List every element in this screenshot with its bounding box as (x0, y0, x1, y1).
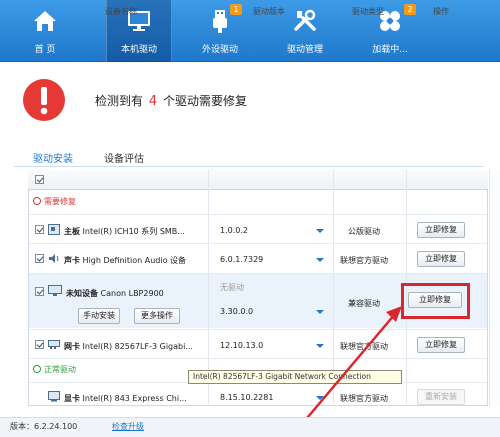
table-row: 声卡 High Definition Audio 设备 (64, 255, 186, 266)
collapse-icon (33, 197, 41, 205)
tab-device-eval[interactable]: 设备评估 (104, 150, 144, 165)
device-category: 网卡 (64, 342, 80, 351)
chevron-down-icon[interactable] (316, 229, 324, 233)
top-nav (0, 0, 500, 62)
section-label: 需要修复 (44, 197, 76, 206)
table-header (28, 170, 488, 190)
monitor-icon (48, 285, 62, 296)
alert-suffix: 个驱动需要修复 (162, 94, 247, 108)
device-name: Intel(R) ICH10 系列 SMB... (82, 227, 185, 236)
manual-install-button[interactable]: 手动安装 (78, 308, 120, 324)
device-name: High Definition Audio 设备 (82, 256, 187, 265)
collapse-icon (33, 365, 41, 373)
device-name: Intel(R) 843 Express Chi... (82, 394, 187, 403)
driver-type: 联想官方驱动 (340, 256, 388, 265)
network-card-icon (48, 340, 60, 349)
motherboard-icon (48, 224, 60, 235)
tools-icon (294, 9, 316, 31)
section-label: 正常驱动 (44, 365, 76, 374)
header-action: 操作 (433, 7, 449, 16)
device-category: 声卡 (64, 256, 80, 265)
table-row: 显卡 Intel(R) 843 Express Chi... (64, 393, 187, 404)
driver-version: 12.10.13.0 (220, 341, 264, 350)
nav-loading-label: 加载中... (372, 45, 408, 55)
driver-version: 3.30.0.0 (220, 307, 254, 316)
speaker-icon (49, 254, 59, 263)
header-version: 驱动版本 (253, 7, 285, 16)
device-name: Canon LBP2900 (100, 289, 164, 298)
display-adapter-icon (48, 391, 60, 402)
alert-icon (23, 79, 65, 121)
select-all-checkbox[interactable] (35, 175, 44, 184)
alert-count: 4 (148, 94, 158, 109)
nav-home[interactable]: 首 页 (15, 0, 75, 62)
check-update-link[interactable]: 检查升级 (112, 421, 144, 432)
repair-button[interactable]: 立即修复 (417, 337, 465, 353)
repair-button[interactable]: 立即修复 (417, 251, 465, 267)
driver-type: 联想官方驱动 (340, 342, 388, 351)
header-device: 设备名称 (105, 7, 137, 16)
nav-peripheral-label: 外设驱动 (201, 45, 238, 55)
tab-driver-install[interactable]: 驱动安装 (33, 150, 73, 165)
reinstall-button[interactable]: 重新安装 (417, 389, 465, 405)
nav-home-label: 首 页 (34, 45, 56, 55)
row-checkbox[interactable] (35, 225, 44, 234)
tab-divider (14, 166, 484, 167)
row-checkbox[interactable] (35, 287, 44, 296)
nav-peripheral-drivers[interactable]: 1 外设驱动 (190, 0, 250, 62)
chevron-down-icon[interactable] (316, 310, 324, 314)
row-divider (29, 329, 487, 330)
chevron-down-icon[interactable] (316, 258, 324, 262)
section-needs-repair[interactable]: 需要修复 (33, 196, 76, 207)
chevron-down-icon[interactable] (316, 344, 324, 348)
driver-version: 1.0.0.2 (220, 226, 248, 235)
row-divider (29, 358, 487, 359)
driver-version: 8.15.10.2281 (220, 393, 274, 402)
device-category: 主板 (64, 227, 80, 236)
header-type: 驱动类型 (352, 7, 384, 16)
repair-button[interactable]: 立即修复 (417, 222, 465, 238)
home-icon (34, 11, 56, 31)
scrollbar[interactable] (489, 170, 500, 406)
row-divider (29, 243, 487, 244)
nav-badge: 2 (404, 4, 416, 15)
driver-type: 公版驱动 (348, 227, 380, 236)
row-checkbox[interactable] (35, 254, 44, 263)
table-row: 网卡 Intel(R) 82567LF-3 Gigabi... (64, 341, 193, 352)
device-category: 未知设备 (66, 289, 98, 298)
nav-local-drivers-label: 本机驱动 (120, 45, 157, 55)
driver-version: 6.0.1.7329 (220, 255, 264, 264)
device-category: 显卡 (64, 394, 80, 403)
more-actions-button[interactable]: 更多操作 (134, 308, 180, 324)
driver-type: 兼容驱动 (348, 299, 380, 308)
table-row: 主板 Intel(R) ICH10 系列 SMB... (64, 226, 185, 237)
chevron-down-icon[interactable] (316, 396, 324, 400)
row-checkbox[interactable] (35, 340, 44, 349)
nav-driver-manage-label: 驱动管理 (286, 45, 323, 55)
row-divider (29, 273, 487, 274)
alert-message: 检测到有 4 个驱动需要修复 (95, 92, 247, 109)
nav-badge: 1 (230, 4, 242, 15)
row-divider (29, 214, 487, 215)
version-label: 版本：6.2.24.100 (10, 422, 78, 431)
driver-type: 联想官方驱动 (340, 394, 388, 403)
alert-prefix: 检测到有 (95, 94, 144, 108)
driver-status: 无驱动 (220, 283, 244, 292)
section-normal[interactable]: 正常驱动 (33, 364, 76, 375)
highlight-box (401, 283, 470, 319)
device-name: Intel(R) 82567LF-3 Gigabi... (82, 342, 193, 351)
device-tooltip: Intel(R) 82567LF-3 Gigabit Network Conne… (188, 370, 402, 384)
table-row: 未知设备 Canon LBP2900 (66, 288, 164, 299)
